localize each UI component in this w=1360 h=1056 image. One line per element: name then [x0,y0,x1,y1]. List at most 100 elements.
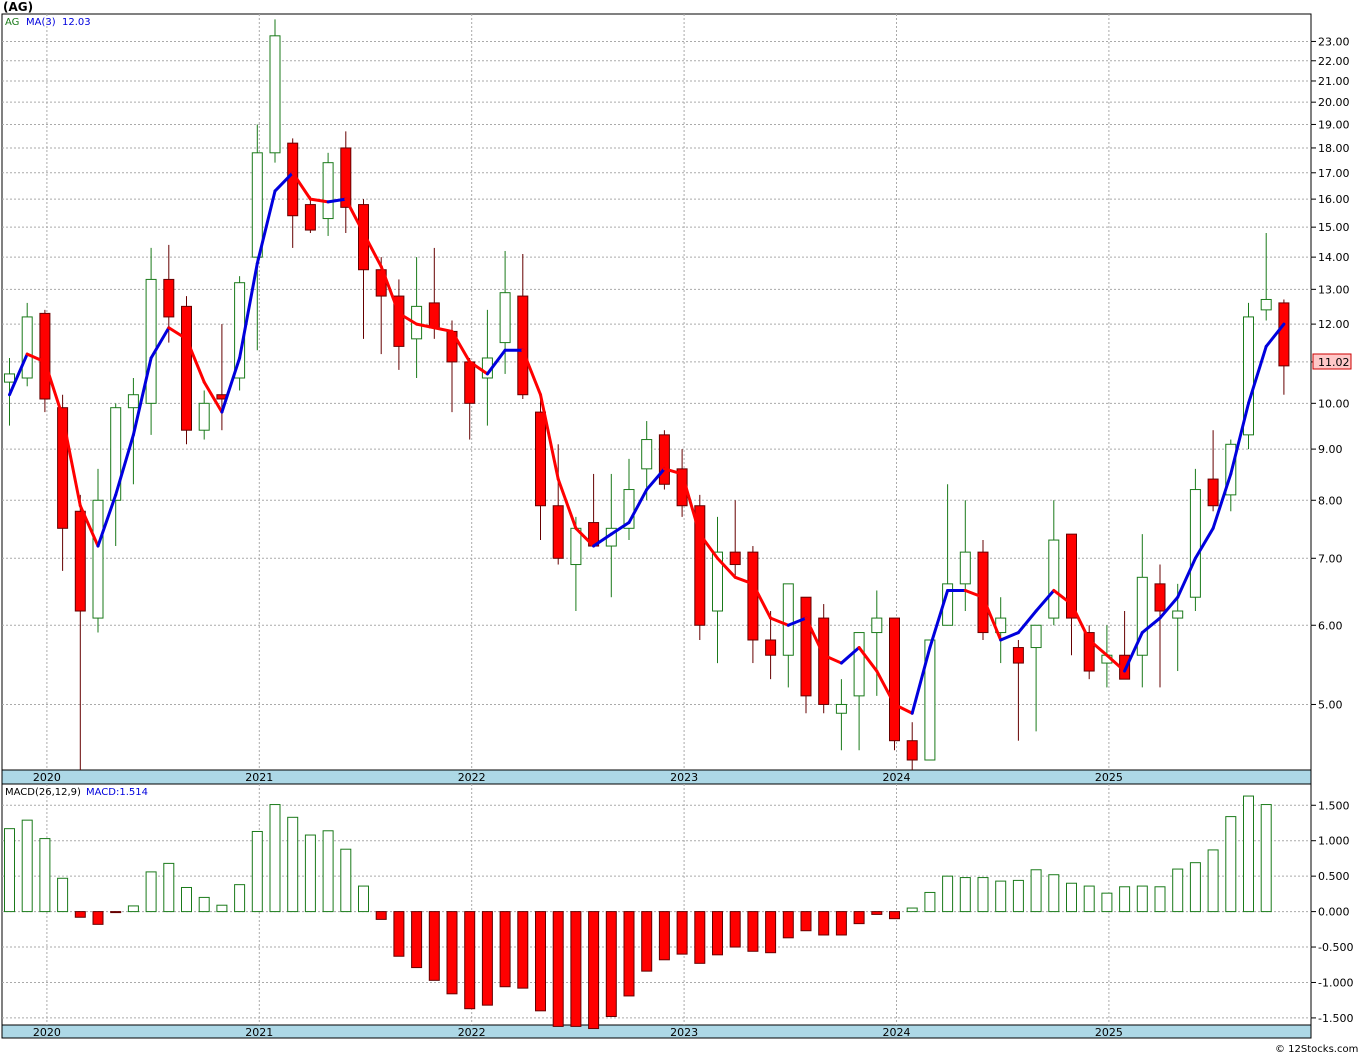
legend-macd-value: MACD:1.514 [86,787,148,798]
candle-body [1172,610,1184,619]
macd-bar [216,904,228,913]
price-panel [1,13,1312,771]
macd-bar [1119,886,1131,913]
macd-bar [428,911,440,981]
price-tick-label: 22.00 [1318,55,1350,68]
macd-bar [658,911,670,961]
macd-year-label: 2023 [670,1026,698,1039]
macd-bar [1101,892,1113,913]
candle-body [251,152,263,258]
macd-bar [942,875,954,913]
price-year-label: 2023 [670,771,698,784]
price-tick-label: 5.00 [1318,698,1343,711]
candle-body [1048,539,1060,619]
macd-bar [853,911,865,925]
macd-bar [287,816,299,913]
candle-body [74,510,86,612]
macd-bar [92,911,104,925]
macd-year-label: 2025 [1095,1026,1123,1039]
macd-bar [481,911,493,1006]
candle-body [977,551,989,634]
macd-bar [21,819,33,913]
macd-bar [1066,882,1077,913]
macd-bar [1243,795,1254,913]
stock-chart: 5.006.007.008.009.0010.0011.0012.0013.00… [1,0,1358,1055]
macd-bar [1207,849,1219,913]
macd-bar [906,907,918,913]
macd-bar [871,911,883,915]
macd-bar [712,911,723,956]
macd-bar [4,828,15,913]
macd-bar [304,834,316,913]
candle-body [163,278,175,318]
price-tick-label: 9.00 [1318,443,1343,456]
macd-bar [375,911,387,920]
macd-bar [1048,874,1060,913]
macd-bar [517,911,529,989]
macd-bar [605,911,617,1017]
macd-tick-label: -0.500 [1318,941,1353,954]
candle-body [1278,302,1290,367]
macd-bar [641,911,653,972]
macd-bar [924,891,936,913]
macd-bar [889,911,900,920]
macd-tick-label: 1.500 [1318,799,1350,812]
macd-bar [110,911,122,914]
macd-bar [818,911,830,936]
watermark: © 12Stocks.com [1275,1044,1358,1055]
chart-title: (AG) [3,0,33,14]
candle-body [800,596,812,697]
macd-tick-label: -1.500 [1318,1012,1353,1025]
macd-bar [1260,804,1272,913]
legend-macd-label: MACD(26,12,9) [5,787,81,798]
candle-body [428,302,440,329]
macd-bar [127,905,139,913]
macd-bar [251,830,263,913]
candle-body [39,312,51,400]
price-tick-label: 13.00 [1318,283,1350,296]
candle-body [889,617,900,742]
macd-bar [340,848,352,913]
macd-bar [358,885,369,913]
price-tick-label: 10.00 [1318,397,1350,410]
macd-bar [588,911,600,1030]
price-tick-label: 6.00 [1318,619,1343,632]
price-tick-label: 12.00 [1318,318,1350,331]
price-year-label: 2020 [33,771,61,784]
candle-body [464,361,476,404]
macd-tick-label: 1.000 [1318,835,1350,848]
macd-bar [499,911,511,988]
macd-bar [1012,879,1024,913]
candle-body [1012,647,1024,664]
candle-body [234,282,246,379]
price-tick-label: 19.00 [1318,118,1350,131]
macd-bar [322,830,334,913]
macd-bar [1172,868,1184,913]
price-tick-label: 16.00 [1318,193,1350,206]
macd-tick-label: 0.500 [1318,870,1350,883]
price-tick-label: 8.00 [1318,494,1343,507]
candle-body [658,434,670,485]
macd-bar [1189,862,1201,913]
macd-year-label: 2024 [883,1026,911,1039]
candle-body [1189,489,1201,598]
candle-body [92,499,104,619]
price-tick-label: 7.00 [1318,552,1343,565]
candle-body [21,316,33,379]
macd-bar [977,877,989,913]
macd-bar [676,911,688,955]
candle-body [1030,624,1042,649]
macd-bar [57,877,69,913]
price-year-label: 2025 [1095,771,1123,784]
macd-tick-label: 0.000 [1318,906,1350,919]
macd-bar [1030,869,1042,913]
macd-bar [234,884,246,913]
macd-bar [1136,885,1148,913]
price-tick-label: 17.00 [1318,167,1350,180]
candle-body [818,617,830,705]
price-year-label: 2024 [883,771,911,784]
macd-bar [411,911,423,969]
candle-body [906,740,918,761]
candle-body [1207,478,1219,507]
macd-bar [535,911,546,1012]
